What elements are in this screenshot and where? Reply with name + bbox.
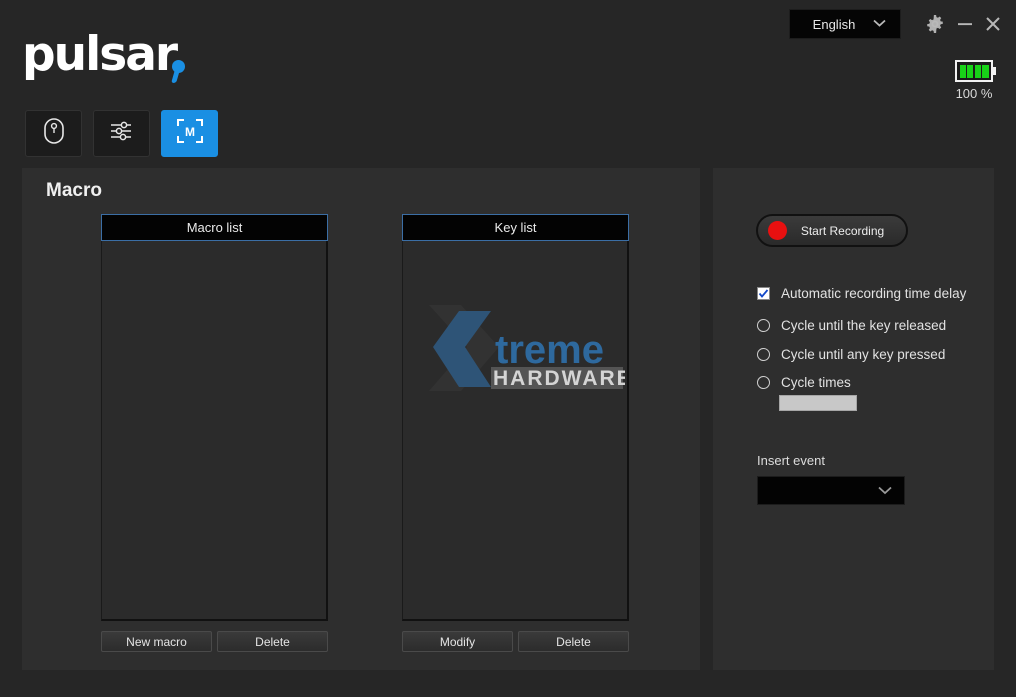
auto-delay-row[interactable]: Automatic recording time delay bbox=[757, 286, 966, 301]
tab-bar: M bbox=[25, 110, 218, 157]
brand-logo: pulsar bbox=[22, 27, 176, 82]
gear-icon bbox=[925, 14, 945, 34]
battery-icon bbox=[955, 60, 993, 82]
cycle-any-key-label: Cycle until any key pressed bbox=[781, 347, 945, 362]
key-list-header[interactable]: Key list bbox=[402, 214, 629, 241]
page-title: Macro bbox=[46, 180, 102, 202]
close-icon bbox=[984, 15, 1002, 33]
start-recording-button[interactable]: Start Recording bbox=[756, 214, 908, 247]
brand-logo-mark bbox=[172, 60, 185, 73]
language-select[interactable]: English bbox=[789, 9, 901, 39]
key-list-column: Key list treme HARDWARE Modify Delete bbox=[402, 214, 629, 652]
delete-key-button[interactable]: Delete bbox=[518, 631, 629, 652]
auto-delay-label: Automatic recording time delay bbox=[781, 286, 966, 301]
mouse-icon bbox=[43, 117, 65, 150]
xtreme-hardware-watermark: treme HARDWARE bbox=[425, 301, 625, 397]
recording-panel: Start Recording Automatic recording time… bbox=[713, 168, 994, 670]
macro-list-buttons: New macro Delete bbox=[101, 631, 328, 652]
cycle-times-label: Cycle times bbox=[781, 375, 851, 390]
chevron-down-icon bbox=[878, 486, 892, 495]
tab-settings[interactable] bbox=[93, 110, 150, 157]
chevron-down-icon bbox=[873, 19, 886, 27]
macro-list-box[interactable] bbox=[101, 241, 328, 621]
new-macro-button[interactable]: New macro bbox=[101, 631, 212, 652]
sliders-icon bbox=[109, 119, 135, 148]
cycle-any-key-radio[interactable] bbox=[757, 348, 770, 361]
cycle-times-row[interactable]: Cycle times bbox=[757, 375, 851, 390]
svg-text:treme: treme bbox=[495, 328, 604, 372]
settings-gear-button[interactable] bbox=[923, 12, 947, 36]
modify-key-button[interactable]: Modify bbox=[402, 631, 513, 652]
macro-list-header[interactable]: Macro list bbox=[101, 214, 328, 241]
close-button[interactable] bbox=[981, 12, 1005, 36]
cycle-key-released-row[interactable]: Cycle until the key released bbox=[757, 318, 946, 333]
key-list-box[interactable]: treme HARDWARE bbox=[402, 241, 629, 621]
cycle-times-radio[interactable] bbox=[757, 376, 770, 389]
language-value: English bbox=[813, 17, 856, 32]
key-list-buttons: Modify Delete bbox=[402, 631, 629, 652]
macro-m-icon: M bbox=[176, 118, 204, 149]
pulsar-app-window: English pulsar 100 % bbox=[0, 0, 1016, 697]
cycle-key-released-label: Cycle until the key released bbox=[781, 318, 946, 333]
insert-event-label: Insert event bbox=[757, 453, 825, 468]
battery-indicator: 100 % bbox=[944, 60, 1004, 101]
macro-panel: Macro Macro list New macro Delete Key li… bbox=[22, 168, 700, 670]
record-indicator-icon bbox=[768, 221, 787, 240]
start-recording-label: Start Recording bbox=[787, 224, 906, 238]
insert-event-select[interactable] bbox=[757, 476, 905, 505]
svg-text:M: M bbox=[185, 125, 195, 139]
tab-macro[interactable]: M bbox=[161, 110, 218, 157]
macro-list-column: Macro list New macro Delete bbox=[101, 214, 328, 652]
delete-macro-button[interactable]: Delete bbox=[217, 631, 328, 652]
tab-mouse[interactable] bbox=[25, 110, 82, 157]
battery-percent-label: 100 % bbox=[944, 86, 1004, 101]
minimize-button[interactable] bbox=[953, 12, 977, 36]
minimize-icon bbox=[956, 15, 974, 33]
cycle-key-released-radio[interactable] bbox=[757, 319, 770, 332]
cycle-any-key-row[interactable]: Cycle until any key pressed bbox=[757, 347, 945, 362]
auto-delay-checkbox[interactable] bbox=[757, 287, 770, 300]
svg-text:HARDWARE: HARDWARE bbox=[493, 367, 625, 390]
checkmark-icon bbox=[758, 288, 769, 299]
cycle-times-input[interactable] bbox=[779, 395, 857, 411]
